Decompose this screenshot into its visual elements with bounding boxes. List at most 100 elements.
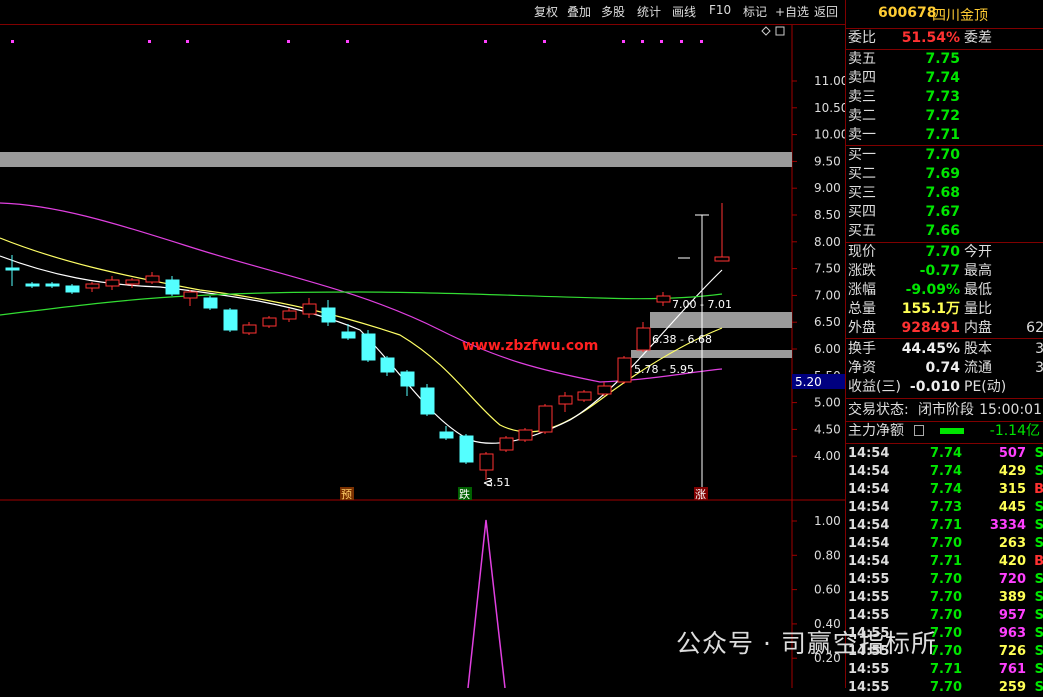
row-value: 7.70 xyxy=(925,147,960,163)
tick-row: 14:55 7.70 720 S xyxy=(846,571,1043,589)
price-tick-label: 11.00 xyxy=(814,74,845,88)
sell-level-row: 卖四 7.74 xyxy=(846,69,1043,88)
weibi-row: 委比 51.54% 委差 xyxy=(846,29,1043,48)
indicator-spike xyxy=(467,519,506,689)
candle-body xyxy=(420,387,435,415)
tick-price: 7.74 xyxy=(930,482,963,497)
restore-rights-button[interactable]: 复权 xyxy=(534,3,558,20)
row-value-2: 62 xyxy=(1026,320,1043,336)
row-label-2: 流通 xyxy=(964,360,992,376)
candle-body xyxy=(223,309,238,331)
tick-price: 7.71 xyxy=(930,554,963,569)
row-value: 7.69 xyxy=(925,166,960,182)
status-time: 15:00:01 xyxy=(979,402,1042,418)
candle-body xyxy=(361,333,376,361)
candle-body xyxy=(341,331,356,339)
tick-flag: S xyxy=(1034,662,1043,677)
indicator-tick-label: 0.80 xyxy=(814,548,841,562)
row-label: 卖一 xyxy=(848,127,876,143)
candle-body xyxy=(242,324,257,334)
draw-line-button[interactable]: 画线 xyxy=(672,3,696,20)
tick-flag: S xyxy=(1034,608,1043,623)
watermark: 公众号 · 司赢空指标所 xyxy=(676,629,937,658)
tick-flag: S xyxy=(1034,446,1043,461)
statistics-button[interactable]: 统计 xyxy=(637,3,661,20)
buy-level-row: 买三 7.68 xyxy=(846,184,1043,203)
row-value: 7.71 xyxy=(925,127,960,143)
candle-body xyxy=(321,307,336,323)
row-label: 卖五 xyxy=(848,51,876,67)
sell-level-row: 卖三 7.73 xyxy=(846,88,1043,107)
main-flow-value: -1.14亿 xyxy=(989,423,1040,439)
zone-label-mid: 6.38 - 6.68 xyxy=(652,333,712,346)
price-tick-label: 7.00 xyxy=(814,288,841,302)
candle-body xyxy=(125,279,140,285)
row-value: 7.74 xyxy=(925,70,960,86)
tick-price: 7.70 xyxy=(930,590,963,605)
row-label: 卖四 xyxy=(848,70,876,86)
tick-time: 14:54 xyxy=(848,518,890,533)
tick-time: 14:55 xyxy=(848,680,890,695)
candle-body xyxy=(282,310,297,320)
back-button[interactable]: 返回 xyxy=(814,3,838,20)
flow-bar xyxy=(940,428,964,434)
price-tick-label: 8.00 xyxy=(814,235,841,249)
row-label: 外盘 xyxy=(848,320,876,336)
tick-flag: S xyxy=(1034,536,1043,551)
row-label: 涨幅 xyxy=(848,282,876,298)
tick-flag: S xyxy=(1034,500,1043,515)
row-label: 买二 xyxy=(848,166,876,182)
multi-stock-button[interactable]: 多股 xyxy=(601,3,625,20)
row-label-2: 量比 xyxy=(964,301,992,317)
tick-volume: 726 xyxy=(998,644,1026,659)
tick-row: 14:54 7.74 315 B xyxy=(846,481,1043,499)
tick-volume: 389 xyxy=(998,590,1026,605)
price-tick-label: 4.50 xyxy=(814,422,841,436)
tick-time: 14:54 xyxy=(848,500,890,515)
f10-button[interactable]: F10 xyxy=(709,3,731,17)
candle-body xyxy=(45,283,60,287)
tick-volume: 507 xyxy=(998,446,1026,461)
stock-code[interactable]: 600678 xyxy=(878,5,936,21)
row-value: 7.72 xyxy=(925,108,960,124)
candle-body xyxy=(577,391,592,401)
tick-row: 14:54 7.71 420 B xyxy=(846,553,1043,571)
website-label: www.zbzfwu.com xyxy=(462,338,598,354)
price-tick-label: 6.50 xyxy=(814,315,841,329)
tick-time: 14:54 xyxy=(848,464,890,479)
tick-volume: 315 xyxy=(998,482,1026,497)
main-flow-label: 主力净额 xyxy=(848,423,904,439)
tick-time: 14:54 xyxy=(848,446,890,461)
candle-body xyxy=(439,431,454,439)
row-label: 买五 xyxy=(848,223,876,239)
zone-box-low xyxy=(631,350,792,358)
candle-body xyxy=(302,303,317,315)
row-label: 卖三 xyxy=(848,89,876,105)
row-value-2: 3 xyxy=(1035,360,1043,376)
row-value: -0.77 xyxy=(919,263,960,279)
row-value: -9.09% xyxy=(905,282,960,298)
candle-body xyxy=(518,429,533,441)
marker-zhang: 涨 xyxy=(695,488,706,501)
row-label: 买一 xyxy=(848,147,876,163)
stock-title: 600678 四川金顶 xyxy=(846,0,1043,29)
stock-name[interactable]: 四川金顶 xyxy=(932,5,988,25)
tick-volume: 761 xyxy=(998,662,1026,677)
overlay-button[interactable]: 叠加 xyxy=(567,3,591,20)
status-label: 交易状态: xyxy=(848,402,909,418)
kline-chart[interactable]: 11.00 10.50 10.00 9.50 9.00 8.50 8.00 7.50 7.00 6… xyxy=(0,25,848,689)
current-price-tag: 5.20 xyxy=(795,375,822,389)
status-row: 交易状态: 闭市阶段 15:00:01 xyxy=(846,401,1043,420)
resistance-band xyxy=(0,152,792,167)
tick-price: 7.70 xyxy=(930,572,963,587)
mark-button[interactable]: 标记 xyxy=(743,3,767,20)
sell-level-row: 卖二 7.72 xyxy=(846,107,1043,126)
add-watchlist-button[interactable]: +自选 xyxy=(775,3,809,20)
list-icon[interactable] xyxy=(914,425,924,436)
row-value: -0.010 xyxy=(909,379,960,395)
tick-time: 14:55 xyxy=(848,608,890,623)
tick-volume: 445 xyxy=(998,500,1026,515)
candle-body xyxy=(65,285,80,293)
zone-label-top: 7.00 - 7.01 xyxy=(672,298,732,311)
indicator-tick-label: 0.60 xyxy=(814,583,841,597)
